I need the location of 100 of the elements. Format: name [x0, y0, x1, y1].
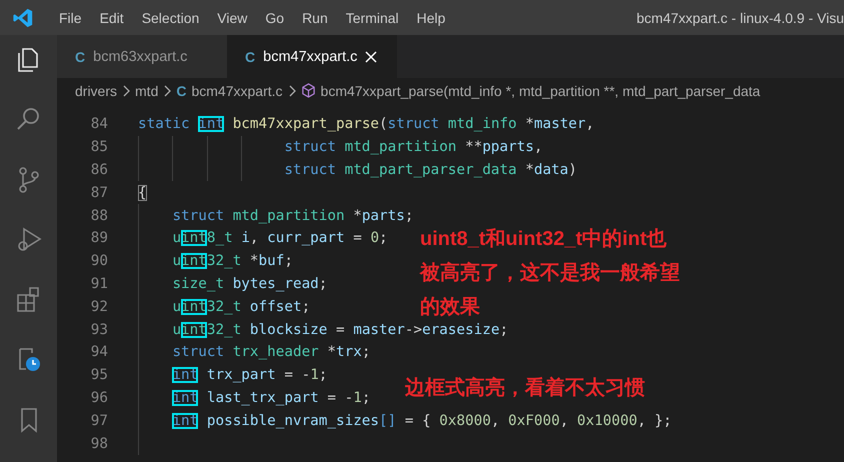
code-token: ;: [284, 253, 293, 270]
code-token: u: [172, 230, 182, 246]
code-token: **: [465, 139, 482, 156]
menu-item[interactable]: View: [208, 6, 256, 30]
code-token: struct: [284, 139, 337, 156]
chevron-icon: [163, 84, 172, 96]
code-token: u: [172, 298, 182, 315]
code-token: *: [327, 344, 336, 360]
code-token: size_t: [172, 276, 224, 292]
highlighted-code-token: int: [181, 230, 207, 246]
code-token: ;: [362, 344, 370, 360]
menu-item[interactable]: Terminal: [336, 6, 408, 30]
highlighted-code-token: int: [181, 253, 207, 270]
code-token: 0: [370, 230, 380, 246]
code-token: erasesize: [422, 322, 500, 338]
code-token: ;: [500, 322, 508, 338]
code-token: = {: [404, 412, 432, 429]
code-token: 0xF000: [508, 412, 560, 429]
breadcrumb-item[interactable]: bcm47xxpart.c: [191, 82, 283, 98]
code-token: ;: [404, 208, 414, 224]
code-token: = -: [284, 367, 310, 384]
menu-item[interactable]: File: [50, 6, 91, 30]
code-token: []: [379, 412, 396, 429]
code-token: i: [241, 230, 250, 246]
code-token: mtd_part_parser_data: [344, 162, 517, 178]
code-token: *: [525, 162, 534, 178]
code-token: 32_t: [206, 253, 242, 270]
editor-tab[interactable]: C bcm63xxpart.c: [57, 35, 227, 78]
code-token: = -: [327, 390, 354, 406]
menu-item[interactable]: Selection: [132, 6, 208, 30]
code-token: 0x8000: [439, 412, 491, 429]
code-token: 32_t: [206, 322, 242, 338]
code-token: mtd_info: [448, 116, 517, 132]
code-token: static: [138, 116, 191, 132]
menu-item[interactable]: Go: [256, 6, 294, 30]
highlighted-code-token: int: [198, 116, 224, 132]
code-token: 32_t: [206, 298, 242, 315]
code-token: u: [172, 253, 182, 270]
code-token: ): [568, 162, 578, 178]
code-token: trx: [336, 344, 362, 360]
code-token: ;: [318, 367, 328, 384]
code-token: 8_t: [206, 230, 233, 246]
line-number: 91: [90, 276, 108, 292]
code-token: ,: [586, 116, 594, 132]
code-token: parts: [362, 208, 405, 224]
code-token: ,: [490, 412, 501, 429]
menu-item[interactable]: Edit: [90, 6, 133, 30]
code-token: struct: [388, 116, 440, 132]
code-token: *: [353, 208, 362, 224]
code-token: u: [172, 322, 182, 338]
code-token: , };: [637, 412, 672, 429]
line-number: 87: [90, 184, 108, 201]
code-token: struct: [172, 208, 226, 224]
code-token: blocksize: [250, 322, 328, 338]
c-file-icon: C: [176, 82, 186, 98]
code-token: ;: [379, 230, 388, 246]
annotation-text: 边框式高亮，看着不太习惯: [405, 376, 645, 401]
line-number: 96: [90, 390, 108, 406]
code-token: master: [353, 322, 405, 338]
line-number: 93: [90, 322, 108, 338]
code-token: ;: [302, 298, 310, 315]
code-token: ,: [560, 412, 570, 429]
line-number: 94: [90, 344, 108, 360]
breadcrumb-item[interactable]: bcm47xxpart_parse(mtd_info *, mtd_partition **, mtd_part_parser_data: [320, 82, 760, 98]
code-token: 1: [310, 367, 319, 384]
code-token: (: [379, 116, 388, 132]
line-number: 88: [90, 208, 108, 224]
code-token: ,: [250, 230, 260, 246]
editor-tab[interactable]: C bcm47xxpart.c: [227, 35, 397, 78]
code-token: ,: [534, 139, 543, 156]
code-token: offset: [250, 298, 302, 315]
menu-item[interactable]: Run: [293, 6, 337, 30]
highlighted-code-token: int: [181, 322, 207, 338]
code-token: ;: [318, 276, 328, 292]
code-token: =: [336, 322, 346, 338]
highlighted-code-token: int: [181, 298, 207, 315]
code-token: ;: [362, 390, 370, 406]
code-token: struct: [172, 344, 226, 360]
code-token: *: [525, 116, 534, 132]
code-token: 1: [353, 390, 362, 406]
code-token: curr_part: [267, 230, 345, 246]
breadcrumb-item[interactable]: drivers: [75, 82, 118, 98]
matched-brace: {: [138, 184, 147, 201]
app-logo-icon: [12, 6, 34, 28]
breadcrumb-item[interactable]: mtd: [135, 82, 158, 98]
line-number: 92: [90, 298, 108, 315]
code-token: buf: [258, 253, 284, 270]
menu-item[interactable]: Help: [408, 6, 454, 30]
code-token: struct: [284, 162, 337, 178]
code-token: data: [534, 162, 568, 178]
close-icon[interactable]: [365, 50, 378, 62]
line-number: 86: [90, 162, 108, 178]
line-number: 84: [90, 116, 108, 132]
code-token: =: [353, 230, 363, 246]
cube-icon: [300, 83, 316, 98]
code-token: trx_header: [232, 344, 319, 360]
code-token: bytes_read: [232, 276, 319, 292]
code-token: master: [534, 116, 586, 132]
line-number: 95: [90, 367, 108, 384]
line-number: 90: [90, 253, 108, 270]
